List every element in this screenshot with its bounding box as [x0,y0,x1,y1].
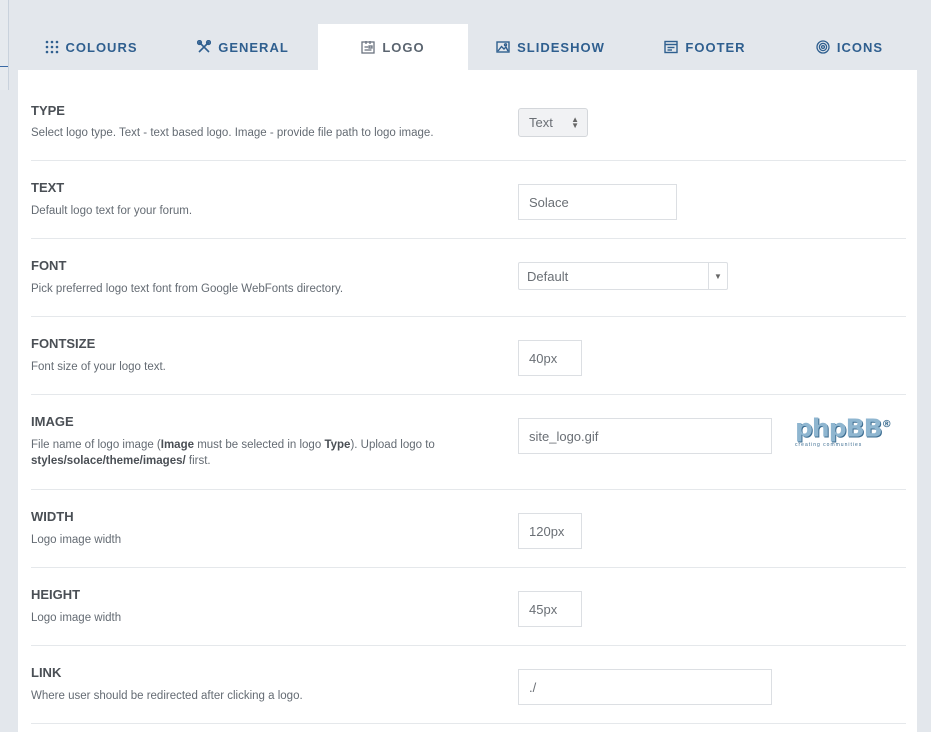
logo-fontsize-value: 40px [529,350,558,366]
setting-label: FONT [31,258,67,273]
logo-preview: phpBB® creating communities [795,413,892,449]
logo-text-input[interactable]: Solace [518,184,677,220]
logo-font-select[interactable]: Default ▼ [518,262,728,290]
desc-text: ). Upload logo to [350,439,435,451]
logo-settings-panel: TYPE Select logo type. Text - text based… [18,70,917,732]
left-edge-marker [0,66,8,67]
setting-label: WIDTH [31,509,74,524]
window-icon [664,40,679,54]
tab-bar: COLOURS GENERAL LOGO SLIDESHOW FOOTER IC… [18,24,917,70]
logo-type-select[interactable]: Text ▲ ▼ [518,108,588,137]
setting-description: Font size of your logo text. [31,361,166,373]
tools-icon [197,40,212,54]
logo-link-input[interactable]: ./ [518,669,772,705]
logo-preview-text: phpBB [795,413,883,443]
setting-row-width: WIDTH Logo image width 120px [31,490,906,568]
logo-width-value: 120px [529,523,565,539]
tab-general[interactable]: GENERAL [168,24,318,70]
chevron-down-icon: ▼ [708,263,727,289]
logo-type-value: Text [529,115,553,130]
setting-row-type: TYPE Select logo type. Text - text based… [31,70,906,161]
tab-logo[interactable]: LOGO [318,24,468,70]
grid-dots-icon [45,40,59,54]
logo-image-value: site_logo.gif [529,428,599,444]
logo-height-input[interactable]: 45px [518,591,582,627]
setting-label: IMAGE [31,414,74,429]
setting-label: FONTSIZE [31,336,96,351]
left-edge-panel [0,0,9,90]
setting-row-height: HEIGHT Logo image width 45px [31,568,906,646]
setting-label: TYPE [31,103,65,118]
setting-description: Pick preferred logo text font from Googl… [31,283,344,295]
tab-colours-label: COLOURS [65,39,138,55]
setting-row-link: LINK Where user should be redirected aft… [31,646,906,724]
target-icon [816,40,830,54]
tab-slideshow[interactable]: SLIDESHOW [473,24,628,70]
logo-width-input[interactable]: 120px [518,513,582,549]
desc-bold-text: Type [324,439,351,451]
logo-link-value: ./ [529,679,537,695]
setting-label: HEIGHT [31,587,81,602]
setting-row-font: FONT Pick preferred logo text font from … [31,239,906,317]
setting-description: Where user should be redirected after cl… [31,690,303,702]
setting-description: Logo image width [31,534,122,546]
tab-general-label: GENERAL [218,39,289,55]
setting-description: Default logo text for your forum. [31,205,193,217]
desc-bold-text: Image [160,439,195,451]
setting-description: File name of logo image (Image must be s… [31,437,471,469]
setting-label: TEXT [31,180,65,195]
image-icon [496,40,510,54]
id-card-icon [361,40,376,54]
setting-row-fontsize: FONTSIZE Font size of your logo text. 40… [31,317,906,395]
setting-label: LINK [31,665,62,680]
tab-slideshow-label: SLIDESHOW [517,39,605,55]
desc-text: File name of logo image ( [31,439,161,451]
setting-row-text: TEXT Default logo text for your forum. S… [31,161,906,239]
logo-fontsize-input[interactable]: 40px [518,340,582,376]
tab-logo-label: LOGO [382,39,425,55]
logo-height-value: 45px [529,601,558,617]
desc-path-text: styles/solace/theme/images/ [31,455,186,467]
logo-text-value: Solace [529,194,569,210]
registered-mark: ® [881,419,892,430]
tab-colours[interactable]: COLOURS [18,24,164,70]
desc-text: first. [185,455,211,467]
tab-icons-label: ICONS [836,39,884,55]
logo-font-value: Default [527,268,569,284]
desc-text: must be selected in logo [194,439,325,451]
tab-icons[interactable]: ICONS [782,24,917,70]
select-arrows-icon: ▲ ▼ [571,114,579,130]
setting-description: Select logo type. Text - text based logo… [31,127,434,139]
tab-footer[interactable]: FOOTER [630,24,780,70]
logo-preview-tagline: creating communities [795,442,863,449]
setting-row-image: IMAGE File name of logo image (Image mus… [31,395,906,490]
setting-description: Logo image width [31,612,122,624]
logo-image-input[interactable]: site_logo.gif [518,418,772,454]
tab-footer-label: FOOTER [685,39,746,55]
